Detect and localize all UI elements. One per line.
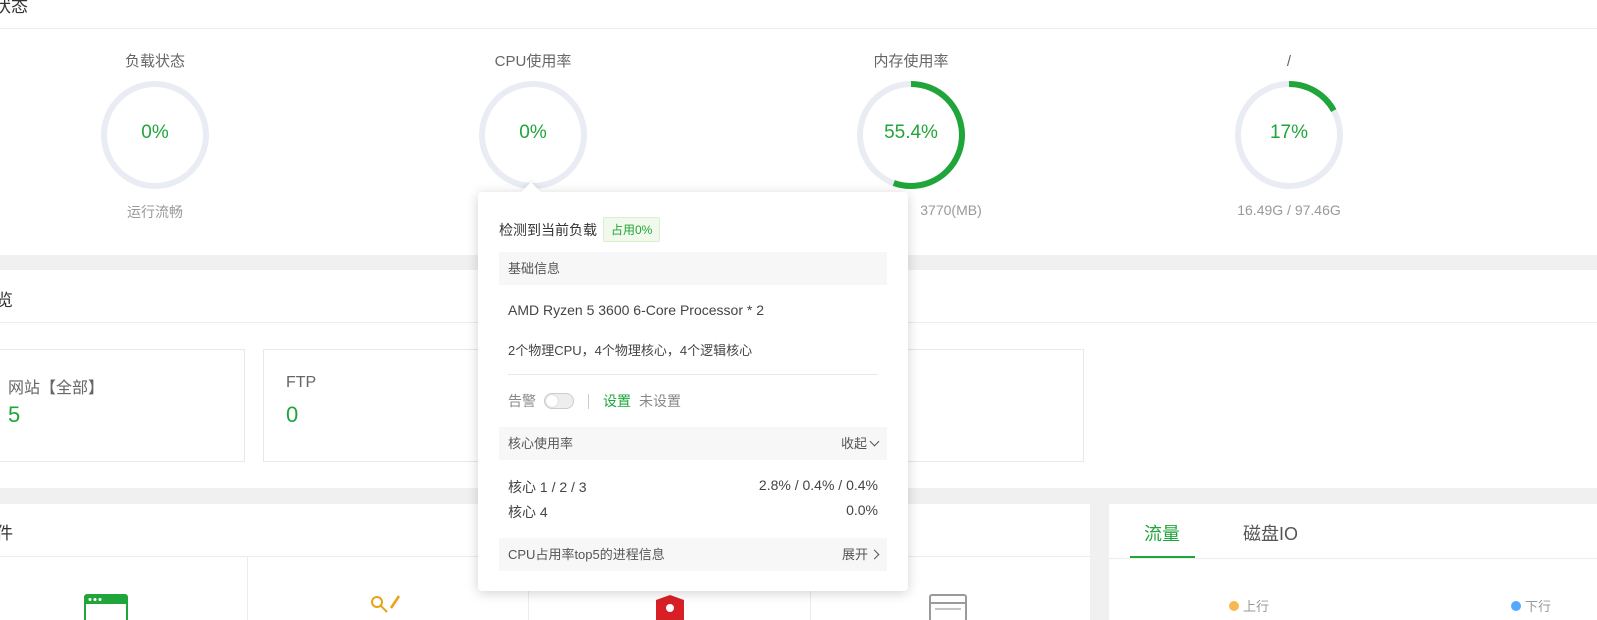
core-value: 2.8% / 0.4% / 0.4% <box>758 477 878 493</box>
legend-dot <box>1511 600 1521 611</box>
alarm-status: 未设置 <box>639 393 681 409</box>
core-usage-row: 核心 1 / 2 / 3 2.8% / 0.4% / 0.4% <box>508 477 878 497</box>
core-count-desc: 2个物理CPU，4个物理核心，4个逻辑核心 <box>508 343 753 358</box>
gauge-value: 0% <box>519 122 547 143</box>
alarm-settings-link[interactable]: 设置 <box>603 391 631 411</box>
legend-download[interactable]: 下行 <box>1511 596 1551 615</box>
core-usage-header[interactable]: 核心使用率 收起 <box>499 427 887 460</box>
legend-dot <box>1229 600 1239 611</box>
alarm-label: 告警 <box>508 393 536 409</box>
core-name: 核心 4 <box>508 504 548 520</box>
tab-traffic[interactable]: 流量 <box>1144 520 1180 546</box>
tab-disk-io[interactable]: 磁盘IO <box>1243 520 1298 546</box>
divider <box>508 374 878 375</box>
divider <box>588 393 589 409</box>
divider <box>0 28 1597 29</box>
collapse-label: 收起 <box>840 436 867 451</box>
gauge-load[interactable]: 负载状态 0% 运行流畅 <box>75 52 235 222</box>
gauge-title: 内存使用率 <box>873 53 949 70</box>
tools-icon[interactable] <box>369 594 403 620</box>
traffic-panel: 流量 磁盘IO 上行 下行 <box>1109 504 1597 620</box>
card-value[interactable]: 5 <box>8 402 20 428</box>
legend-label: 下行 <box>1525 599 1552 614</box>
legend-upload[interactable]: 上行 <box>1229 596 1269 615</box>
cpu-info-popover: 检测到当前负载 占用0% 基础信息 AMD Ryzen 5 3600 6-Cor… <box>478 182 908 591</box>
card-label: FTP <box>286 374 317 391</box>
divider <box>1109 558 1597 559</box>
chevron-down-icon <box>869 436 880 447</box>
overview-heading: 览 <box>0 291 13 310</box>
card-label: 网站【全部】 <box>8 380 105 397</box>
core-usage-label: 核心使用率 <box>508 436 574 451</box>
legend-label: 上行 <box>1243 599 1270 614</box>
divider <box>247 557 248 620</box>
load-badge: 占用0% <box>603 217 661 242</box>
top5-process-header[interactable]: CPU占用率top5的进程信息 展开 <box>499 538 887 571</box>
expand-toggle[interactable]: 展开 <box>841 538 880 571</box>
basic-info-header: 基础信息 <box>499 252 887 285</box>
gauge-title: CPU使用率 <box>494 53 572 70</box>
gauge-value: 17% <box>1269 122 1309 143</box>
basic-info-label: 基础信息 <box>508 261 561 276</box>
server-window-icon[interactable] <box>929 594 967 620</box>
browser-window-icon[interactable] <box>84 594 128 620</box>
core-usage-row: 核心 4 0.0% <box>508 502 878 522</box>
security-shield-icon[interactable] <box>654 594 686 620</box>
software-heading: 件 <box>0 524 13 543</box>
expand-label: 展开 <box>841 547 868 562</box>
top5-label: CPU占用率top5的进程信息 <box>508 547 665 562</box>
gauge-subtitle: 运行流畅 <box>127 204 183 220</box>
collapse-toggle[interactable]: 收起 <box>840 427 880 460</box>
processor-model: AMD Ryzen 5 3600 6-Core Processor * 2 <box>508 302 764 318</box>
popover-title: 检测到当前负载 占用0% <box>499 217 661 242</box>
gauge-value: 0% <box>141 122 169 143</box>
alarm-toggle[interactable] <box>544 393 574 409</box>
card-value[interactable]: 0 <box>286 402 298 428</box>
status-heading: 状态 <box>0 0 28 16</box>
gauge-cpu[interactable]: CPU使用率 0% <box>453 52 613 192</box>
core-name: 核心 1 / 2 / 3 <box>508 479 587 495</box>
gauge-subtitle: 16.49G / 97.46G <box>1237 202 1341 218</box>
core-value: 0.0% <box>846 502 878 518</box>
alarm-row: 告警 设置 未设置 <box>508 391 681 411</box>
popover-title-text: 检测到当前负载 <box>499 221 597 238</box>
gauge-value: 55.4% <box>884 122 938 143</box>
chevron-right-icon <box>869 549 880 560</box>
gauge-title: 负载状态 <box>124 53 185 70</box>
gauge-disk-root[interactable]: / 17% 16.49G / 97.46G <box>1209 52 1369 218</box>
gauge-title: / <box>1286 53 1292 70</box>
overview-card-websites[interactable]: 网站【全部】 5 <box>0 349 245 462</box>
